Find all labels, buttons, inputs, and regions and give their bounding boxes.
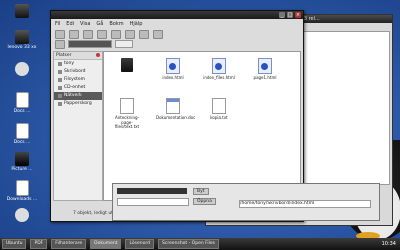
desktop-icon-trash[interactable] — [2, 62, 42, 77]
file-item[interactable]: page1.html — [248, 58, 282, 81]
menu-help[interactable]: Hjälp — [130, 21, 143, 27]
sidebar-header[interactable]: Platser — [54, 52, 102, 60]
desktop-icon-computer[interactable] — [2, 4, 42, 19]
sidebar: Platser tony Skrivbord Filsystem CD-enhe… — [53, 51, 103, 201]
network-icon — [58, 94, 62, 98]
document-file-icon — [166, 98, 180, 114]
desktop-icon-docs[interactable]: Docs ... — [2, 92, 42, 114]
taskbar-item[interactable]: Lösenord — [125, 239, 154, 249]
desktop-icon-docs-2[interactable]: Docs ... — [2, 123, 42, 145]
back-button[interactable] — [55, 29, 65, 39]
reload-button[interactable] — [111, 29, 121, 39]
taskbar: Ubuntu PDF Filhanterare Dokument Lösenor… — [0, 238, 400, 250]
dialog-field-1[interactable] — [117, 188, 187, 194]
menu-file[interactable]: Fil — [55, 21, 60, 27]
location-crumb-1[interactable] — [68, 40, 112, 48]
dialog-button-1[interactable]: Byt — [193, 188, 209, 195]
dialog-field-2[interactable] — [117, 198, 189, 206]
taskbar-item[interactable]: Filhanterare — [51, 239, 87, 249]
background-window-content — [299, 31, 390, 185]
document-icon — [15, 180, 29, 196]
minimize-icon[interactable]: _ — [279, 12, 285, 18]
forward-button[interactable] — [69, 29, 79, 39]
home-icon — [58, 62, 62, 66]
location-crumb-2[interactable] — [115, 40, 133, 48]
file-view[interactable]: index.html index_files.html page1.html A… — [103, 51, 301, 201]
sidebar-item-cd[interactable]: CD-enhet — [54, 84, 102, 92]
desktop-icon-video[interactable]: Picture ... — [2, 152, 42, 172]
trash-icon — [15, 62, 29, 76]
computer-button[interactable] — [139, 29, 149, 39]
dialog-button-2[interactable]: Öppna — [193, 198, 216, 205]
taskbar-item[interactable]: Screenshot - Open Files — [158, 239, 219, 249]
folder-icon — [121, 58, 133, 72]
file-item[interactable]: Anteckning-page-files/text.txt — [110, 98, 144, 130]
taskbar-item[interactable]: Ubuntu — [2, 239, 27, 249]
dialog-path-field[interactable]: /home/tony/Skrivbord/index.html — [239, 200, 371, 208]
drive-icon — [58, 78, 62, 82]
sidebar-item-trash[interactable]: Papperskorg — [54, 100, 102, 108]
trash-icon — [58, 102, 62, 106]
network-icon — [15, 208, 29, 222]
file-item[interactable]: kopia.txt — [202, 98, 236, 121]
file-manager-titlebar[interactable]: _ □ × — [51, 11, 303, 19]
taskbar-clock[interactable]: 10:34 — [382, 240, 396, 248]
file-item[interactable] — [110, 58, 144, 74]
open-file-dialog[interactable]: Byt Öppna /home/tony/Skrivbord/index.htm… — [112, 183, 380, 221]
menu-bar: Fil Edi Visa Gå Bokm Hjälp — [51, 19, 303, 28]
desktop-icon-network[interactable] — [2, 208, 42, 223]
file-item[interactable]: index_files.html — [202, 58, 236, 81]
html-file-icon — [212, 58, 226, 74]
cd-icon — [58, 86, 62, 90]
sidebar-item-network[interactable]: Nätverk — [54, 92, 102, 100]
desktop-icon-drive[interactable]: lenovo 33 xx — [2, 30, 42, 50]
location-toggle-button[interactable] — [55, 39, 65, 49]
text-file-icon — [212, 98, 226, 114]
file-item[interactable]: Dokumentation.doc — [156, 98, 195, 121]
menu-bookmarks[interactable]: Bokm — [109, 21, 123, 27]
menu-view[interactable]: Visa — [80, 21, 90, 27]
menu-edit[interactable]: Edi — [66, 21, 74, 27]
html-file-icon — [166, 58, 180, 74]
drive-icon — [15, 30, 29, 44]
video-icon — [15, 152, 29, 166]
sidebar-item-home[interactable]: tony — [54, 60, 102, 68]
menu-go[interactable]: Gå — [96, 21, 103, 27]
document-icon — [15, 123, 29, 139]
desktop-icon-downloads[interactable]: Downloads ... — [2, 180, 42, 202]
html-file-icon — [258, 58, 272, 74]
stop-button[interactable] — [97, 29, 107, 39]
toolbar — [51, 29, 303, 39]
sidebar-item-filesystem[interactable]: Filsystem — [54, 76, 102, 84]
taskbar-item[interactable]: PDF — [30, 239, 48, 249]
home-button[interactable] — [125, 29, 135, 39]
sidebar-item-desktop[interactable]: Skrivbord — [54, 68, 102, 76]
location-bar — [51, 39, 303, 49]
up-button[interactable] — [83, 29, 93, 39]
computer-icon — [15, 4, 29, 18]
desktop-icon — [58, 70, 62, 74]
search-button[interactable] — [153, 29, 163, 39]
taskbar-item-active[interactable]: Dokument — [90, 239, 122, 249]
text-file-icon — [120, 98, 134, 114]
close-icon[interactable]: × — [295, 12, 301, 18]
sidebar-close-icon[interactable] — [96, 53, 100, 57]
document-icon — [15, 92, 29, 108]
maximize-icon[interactable]: □ — [287, 12, 293, 18]
file-item[interactable]: index.html — [156, 58, 190, 81]
